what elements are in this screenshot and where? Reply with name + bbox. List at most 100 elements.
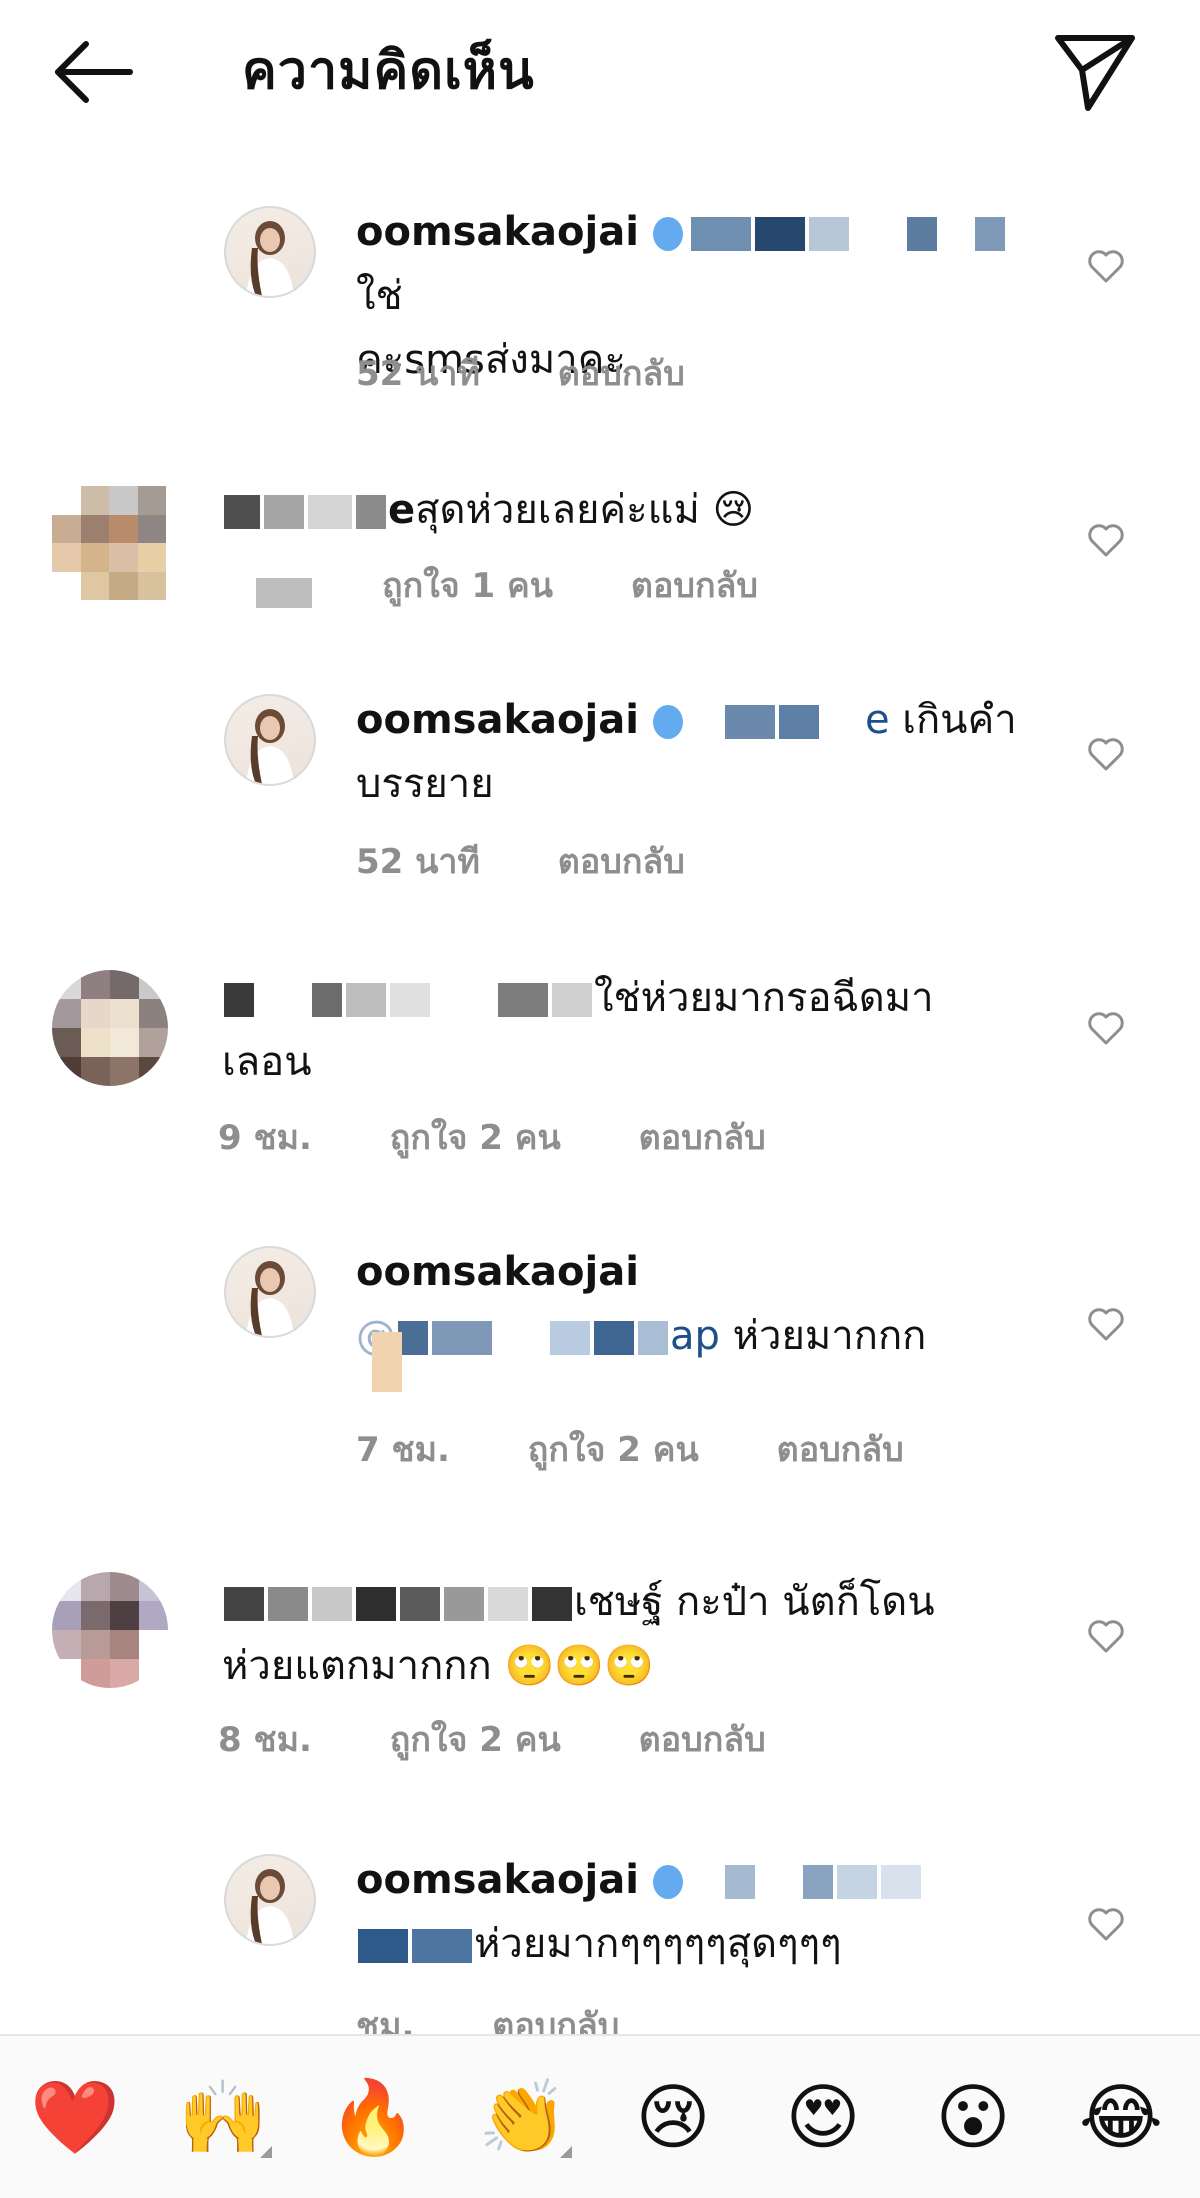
blurred-mention [550,1321,590,1355]
verified-badge-icon [652,217,683,251]
avatar[interactable] [224,1246,316,1338]
heart-icon[interactable] [1086,734,1126,774]
comment-body: ห่วยมากๆๆๆๆๆสุดๆๆๆ [474,1921,842,1967]
blurred-username [264,495,304,529]
reply-button[interactable]: ตอบกลับ [558,354,685,394]
blurred-mention [496,1321,546,1355]
emoji-crying-face[interactable]: 😢 [618,2072,728,2162]
blurred-mention [724,1865,755,1899]
reply-button[interactable]: ตอบกลับ [631,566,758,606]
comment-text: oomsakaojai @ap ห่วยมากกก [356,1240,1046,1368]
heart-icon[interactable] [1086,1304,1126,1344]
emoji-tears-of-joy[interactable]: 😂 [1066,2072,1176,2162]
blurred-username [356,1587,396,1621]
comment-top-2: ใช่ห่วยมากรอฉีดมา เลอน 9 ชม. ถูกใจ 2 คน … [0,960,1200,1160]
blurred-mention [880,1865,921,1899]
comment-meta: 8 ชม. ถูกใจ 2 คน ตอบกลับ [218,1712,832,1766]
avatar[interactable] [52,1572,168,1688]
blurred-mention [432,1321,492,1355]
blurred-mention [358,1929,408,1963]
comment-reply-4: oomsakaojai ห่วยมากๆๆๆๆๆสุดๆๆๆ ชม. ตอบกล… [0,1848,1200,2034]
heart-icon[interactable] [1086,1008,1126,1048]
reply-button[interactable]: ตอบกลับ [558,842,685,882]
blurred-mention [852,217,903,251]
reply-button[interactable]: ตอบกลับ [492,2006,619,2034]
comment-body: ใช่ [356,273,403,319]
blurred-mention [822,705,863,739]
skin-tone-indicator-icon [560,2146,572,2158]
comment-likes[interactable]: ถูกใจ 2 คน [390,1118,561,1158]
blurred-mention [836,1865,877,1899]
comment-username[interactable]: oomsakaojai [356,209,639,255]
blurred-username [444,1587,484,1621]
reply-button[interactable]: ตอบกลับ [777,1430,904,1470]
comment-meta: 52 นาที ตอบกลับ [356,346,751,400]
comment-time: 9 ชม. [218,1118,312,1158]
comment-body: ห่วยแตกมากกก 🙄🙄🙄 [222,1643,654,1689]
arrow-left-icon [55,41,133,103]
comment-username[interactable]: oomsakaojai [356,697,639,743]
blurred-mention [754,217,805,251]
comment-username[interactable]: e [388,487,415,533]
blurred-mention [398,1321,428,1355]
verified-badge-icon [652,705,683,739]
avatar[interactable] [224,694,316,786]
comment-username[interactable]: oomsakaojai [356,1857,639,1903]
avatar[interactable] [224,1854,316,1946]
comment-meta: 7 ชม. ถูกใจ 2 คน ตอบกลับ [356,1422,970,1476]
emoji-clapping-hands[interactable]: 👏 [468,2072,578,2162]
blurred-username [498,983,548,1017]
avatar[interactable] [52,970,168,1086]
comment-likes[interactable]: ถูกใจ 2 คน [390,1720,561,1760]
blurred-username [312,1587,352,1621]
blurred-username [258,983,308,1017]
heart-icon[interactable] [1086,1904,1126,1944]
emoji-raising-hands-glyph: 🙌 [178,2075,268,2159]
mention-link[interactable]: e [865,697,890,743]
comment-likes[interactable]: ถูกใจ 1 คน [382,566,553,606]
blurred-username [400,1587,440,1621]
reply-button[interactable]: ตอบกลับ [639,1720,766,1760]
emoji-heart-eyes[interactable]: 😍 [768,2072,878,2162]
back-button[interactable] [48,32,138,112]
avatar[interactable] [224,206,316,298]
heart-icon[interactable] [1086,246,1126,286]
blurred-mention [594,1321,634,1355]
comment-time: 8 ชม. [218,1720,312,1760]
heart-icon[interactable] [1086,1616,1126,1656]
comment-meta: 52 นาที ตอบกลับ [356,834,751,888]
blurred-username [390,983,430,1017]
comment-meta: ถูกใจ 1 คน ตอบกลับ [382,558,824,612]
emoji-fire[interactable]: 🔥 [318,2072,428,2162]
blurred-username [224,495,260,529]
avatar[interactable] [52,486,166,600]
blurred-username [346,983,386,1017]
blurred-mention [690,1865,721,1899]
comment-username[interactable]: oomsakaojai [356,1249,639,1295]
comment-body: ใช่ห่วยมากรอฉีดมา [594,975,934,1021]
comment-likes[interactable]: ถูกใจ 2 คน [528,1430,699,1470]
emoji-surprised-face[interactable]: 😮 [918,2072,1028,2162]
heart-icon[interactable] [1086,520,1126,560]
emoji-raising-hands[interactable]: 🙌 [168,2072,278,2162]
blurred-mention [906,217,937,251]
page-title: ความคิดเห็น [242,41,535,101]
comment-top-3: เชษฐ์ กะป๋า นัตก็โดน ห่วยแตกมากกก 🙄🙄🙄 8 … [0,1560,1200,1760]
send-button[interactable] [1050,26,1140,116]
skin-tone-indicator-icon [260,2146,272,2158]
reply-button[interactable]: ตอบกลับ [639,1118,766,1158]
blurred-mention [974,217,1005,251]
comment-reply-1: oomsakaojaiใช่ คะsmsส่งมาคะ 52 นาที ตอบก… [0,200,1200,400]
blurred-username [224,1587,264,1621]
mention-link[interactable]: ap [670,1313,720,1359]
blurred-mention [638,1321,668,1355]
comment-meta: 9 ชม. ถูกใจ 2 คน ตอบกลับ [218,1110,832,1164]
blurred-mention [778,705,819,739]
blurred-username [308,495,352,529]
emoji-red-heart[interactable]: ❤️ [20,2072,130,2162]
comment-body: เลอน [222,1039,312,1085]
blurred-username [552,983,592,1017]
header-bar: ความคิดเห็น [0,0,1200,140]
emoji-clapping-hands-glyph: 👏 [478,2075,568,2159]
comment-time: 52 นาที [356,354,480,394]
